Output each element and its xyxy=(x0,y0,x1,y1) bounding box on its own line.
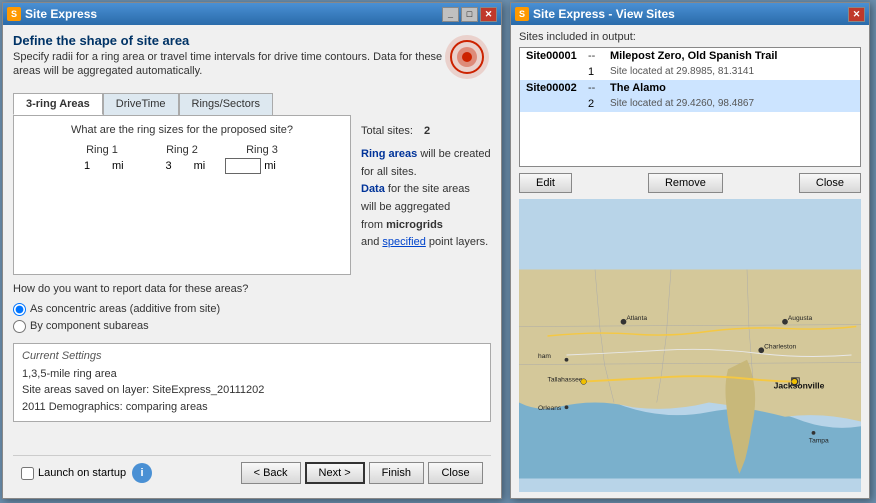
next-button[interactable]: Next > xyxy=(305,462,365,484)
ring1-value: 1 xyxy=(62,160,112,172)
bottom-bar: Launch on startup i < Back Next > Finish… xyxy=(13,455,491,490)
site2-id: Site00002 xyxy=(526,82,586,94)
svg-text:ham: ham xyxy=(538,353,551,360)
target-icon xyxy=(443,33,491,84)
settings-line1: 1,3,5-mile ring area xyxy=(22,366,482,383)
launch-startup-label[interactable]: Launch on startup xyxy=(21,467,126,480)
edit-button[interactable]: Edit xyxy=(519,173,572,193)
tab-drivetime[interactable]: DriveTime xyxy=(103,93,179,115)
site1-num-2: 1 xyxy=(588,66,608,78)
tab-rings-sectors[interactable]: Rings/Sectors xyxy=(179,93,273,115)
ring-question: What are the ring sizes for the proposed… xyxy=(22,124,342,136)
settings-content: 1,3,5-mile ring area Site areas saved on… xyxy=(22,366,482,416)
header-area: Define the shape of site area Specify ra… xyxy=(13,33,491,87)
settings-line3: 2011 Demographics: comparing areas xyxy=(22,399,482,416)
close-button[interactable]: ✕ xyxy=(480,7,497,22)
svg-text:Tallahassee: Tallahassee xyxy=(548,377,583,384)
report-question: How do you want to report data for these… xyxy=(13,283,491,295)
main-window: S Site Express _ □ ✕ Define the shape of… xyxy=(2,2,502,499)
tabs: 3-ring Areas DriveTime Rings/Sectors xyxy=(13,93,351,115)
view-window-title: Site Express - View Sites xyxy=(533,7,675,21)
tab-3ring-areas[interactable]: 3-ring Areas xyxy=(13,93,103,115)
site2-num-2: 2 xyxy=(588,98,608,110)
radio-component-input[interactable] xyxy=(13,320,26,333)
svg-text:Atlanta: Atlanta xyxy=(626,315,647,322)
site-row-2[interactable]: Site00002 -- The Alamo xyxy=(520,80,860,96)
ring2-label: Ring 2 xyxy=(142,144,222,156)
tab-panel: What are the ring sizes for the proposed… xyxy=(13,115,351,275)
site2-coords: Site located at 29.4260, 98.4867 xyxy=(610,98,854,109)
site-row-2-coords: 2 Site located at 29.4260, 98.4867 xyxy=(520,96,860,112)
site1-coords: Site located at 29.8985, 81.3141 xyxy=(610,66,854,77)
desc-data: Data xyxy=(361,183,385,195)
info-button[interactable]: i xyxy=(132,463,152,483)
ring1-unit: mi xyxy=(112,160,124,172)
minimize-button[interactable]: _ xyxy=(442,7,459,22)
site1-id: Site00001 xyxy=(526,50,586,62)
ring2-unit: mi xyxy=(194,160,206,172)
page-title: Define the shape of site area xyxy=(13,33,443,48)
total-sites-label: Total sites: xyxy=(361,125,413,137)
view-app-icon: S xyxy=(515,7,529,21)
current-settings-box: Current Settings 1,3,5-mile ring area Si… xyxy=(13,343,491,423)
map-area: Atlanta Augusta Charleston ham Tallahass… xyxy=(519,199,861,492)
ring3-unit: mi xyxy=(264,160,276,172)
ring3-label: Ring 3 xyxy=(222,144,302,156)
site-row-1-coords: 1 Site located at 29.8985, 81.3141 xyxy=(520,64,860,80)
site2-num: -- xyxy=(588,82,608,94)
main-window-title: Site Express xyxy=(25,7,97,21)
ring-description: Total sites: 2 Ring areas will be create… xyxy=(361,93,491,252)
radio-concentric[interactable]: As concentric areas (additive from site) xyxy=(13,303,491,316)
remove-button[interactable]: Remove xyxy=(648,173,723,193)
view-title-bar: S Site Express - View Sites ✕ xyxy=(511,3,869,25)
sites-label: Sites included in output: xyxy=(519,31,861,43)
specified-link[interactable]: specified xyxy=(382,236,425,248)
view-close-button[interactable]: ✕ xyxy=(848,7,865,22)
site-row-1[interactable]: Site00001 -- Milepost Zero, Old Spanish … xyxy=(520,48,860,64)
ring1-label: Ring 1 xyxy=(62,144,142,156)
radio-component[interactable]: By component subareas xyxy=(13,320,491,333)
finish-button[interactable]: Finish xyxy=(369,462,424,484)
view-buttons: Edit Remove Close xyxy=(519,173,861,193)
site1-num: -- xyxy=(588,50,608,62)
site1-name: Milepost Zero, Old Spanish Trail xyxy=(610,50,777,62)
settings-title: Current Settings xyxy=(22,350,482,362)
view-window: S Site Express - View Sites ✕ Sites incl… xyxy=(510,2,870,499)
close-view-button[interactable]: Close xyxy=(799,173,861,193)
view-content: Sites included in output: Site00001 -- M… xyxy=(511,25,869,498)
app-icon: S xyxy=(7,7,21,21)
ring2-value: 3 xyxy=(144,160,194,172)
svg-text:Orleans: Orleans xyxy=(538,405,562,412)
launch-startup-checkbox[interactable] xyxy=(21,467,34,480)
settings-line2: Site areas saved on layer: SiteExpress_2… xyxy=(22,382,482,399)
desc-microgrids: microgrids xyxy=(386,219,443,231)
main-title-bar: S Site Express _ □ ✕ xyxy=(3,3,501,25)
bottom-buttons: < Back Next > Finish Close xyxy=(241,462,483,484)
maximize-button[interactable]: □ xyxy=(461,7,478,22)
site2-name: The Alamo xyxy=(610,82,666,94)
svg-text:Augusta: Augusta xyxy=(788,315,813,322)
page-subtitle: Specify radii for a ring area or travel … xyxy=(13,50,443,79)
svg-text:Tampa: Tampa xyxy=(809,437,829,444)
radio-concentric-input[interactable] xyxy=(13,303,26,316)
report-options: As concentric areas (additive from site)… xyxy=(13,303,491,333)
desc-ring-areas: Ring areas xyxy=(361,148,417,160)
back-button[interactable]: < Back xyxy=(241,462,301,484)
total-sites-value: 2 xyxy=(424,125,430,137)
sites-list: Site00001 -- Milepost Zero, Old Spanish … xyxy=(519,47,861,167)
close-main-button[interactable]: Close xyxy=(428,462,483,484)
main-content: Define the shape of site area Specify ra… xyxy=(3,25,501,498)
map-svg: Atlanta Augusta Charleston ham Tallahass… xyxy=(519,199,861,492)
ring3-input[interactable]: 5 xyxy=(225,158,261,174)
svg-text:Charleston: Charleston xyxy=(764,343,796,350)
